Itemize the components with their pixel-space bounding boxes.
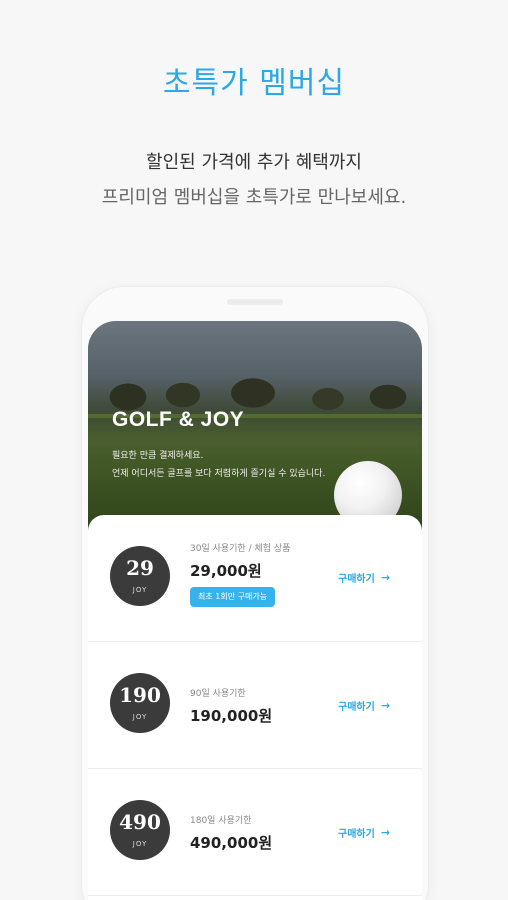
plan-badge: 190 JOY (110, 673, 170, 733)
badge-unit: JOY (132, 586, 148, 594)
hero-text-1: 필요한 만큼 결제하세요. (112, 451, 204, 461)
plan-badge: 490 JOY (110, 800, 170, 860)
first-purchase-tag: 최초 1회만 구매가능 (190, 587, 276, 607)
arrow-right-icon: → (380, 826, 391, 839)
phone-screen: GOLF & JOY 필요한 만큼 결제하세요. 언제 어디서든 골프를 보다 … (88, 321, 422, 900)
phone-speaker (227, 299, 283, 305)
phone-frame: GOLF & JOY 필요한 만큼 결제하세요. 언제 어디서든 골프를 보다 … (82, 287, 428, 900)
plan-meta: 90일 사용기한 (190, 689, 246, 699)
buy-button[interactable]: 구매하기 → (338, 825, 390, 840)
plan-item-490[interactable]: 490 JOY 180일 사용기한 490,000원 구매하기 → (88, 769, 422, 896)
badge-number: 190 (119, 683, 161, 707)
buy-button[interactable]: 구매하기 → (338, 698, 390, 713)
plan-price: 190,000원 (190, 707, 273, 725)
plan-item-29[interactable]: 29 JOY 30일 사용기한 / 체험 상품 29,000원 최초 1회만 구… (88, 515, 422, 642)
plan-meta: 180일 사용기한 (190, 816, 252, 826)
plan-list: 29 JOY 30일 사용기한 / 체험 상품 29,000원 최초 1회만 구… (88, 515, 422, 900)
plan-item-190[interactable]: 190 JOY 90일 사용기한 190,000원 구매하기 → (88, 642, 422, 769)
plan-meta: 30일 사용기한 / 체험 상품 (190, 544, 291, 554)
plan-badge: 29 JOY (110, 546, 170, 606)
badge-number: 490 (119, 810, 161, 834)
buy-label: 구매하기 (338, 702, 375, 713)
buy-button[interactable]: 구매하기 → (338, 570, 390, 585)
arrow-right-icon: → (380, 699, 391, 712)
golf-joy-logo: GOLF & JOY (112, 408, 245, 431)
buy-label: 구매하기 (338, 574, 375, 585)
plan-price: 29,000원 (190, 562, 262, 580)
hero-text-2: 언제 어디서든 골프를 보다 저렴하게 즐기실 수 있습니다. (112, 469, 326, 479)
arrow-right-icon: → (380, 571, 391, 584)
plan-price: 490,000원 (190, 834, 273, 852)
buy-label: 구매하기 (338, 829, 375, 840)
badge-unit: JOY (132, 713, 148, 721)
badge-number: 29 (126, 556, 154, 580)
subtitle-line-2: 프리미엄 멤버십을 초특가로 만나보세요. (101, 187, 407, 208)
subtitle-line-1: 할인된 가격에 추가 혜택까지 (146, 152, 362, 173)
page-headline: 초특가 멤버십 (162, 66, 346, 101)
hero-banner: GOLF & JOY 필요한 만큼 결제하세요. 언제 어디서든 골프를 보다 … (88, 321, 422, 536)
badge-unit: JOY (132, 840, 148, 848)
